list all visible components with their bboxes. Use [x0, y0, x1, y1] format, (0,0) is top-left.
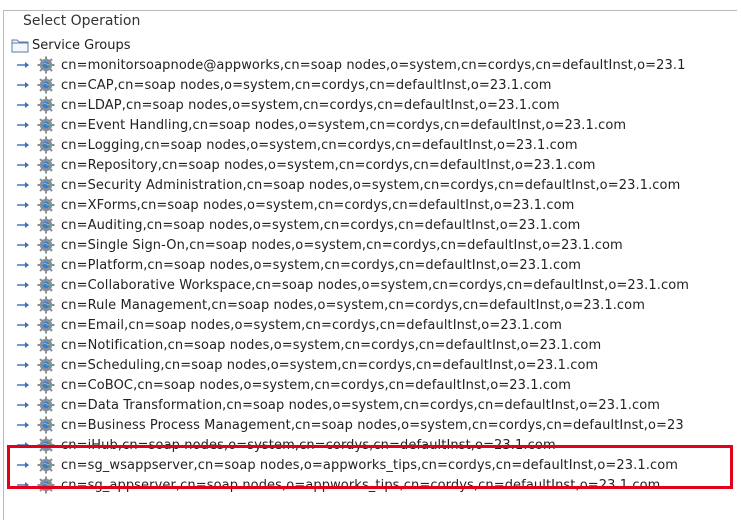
tree-expand-handle-icon[interactable] [16, 195, 36, 215]
tree-item-label: cn=Event Handling,cn=soap nodes,o=system… [61, 117, 627, 133]
gear-icon [36, 175, 56, 195]
select-operation-panel: Select Operation Service Groups cn=monit… [3, 10, 737, 520]
tree-item[interactable]: cn=Single Sign-On,cn=soap nodes,o=system… [16, 235, 623, 255]
tree-item-label: cn=Scheduling,cn=soap nodes,o=system,cn=… [61, 357, 599, 373]
tree-item-label: cn=CAP,cn=soap nodes,o=system,cn=cordys,… [61, 77, 552, 93]
tree-item[interactable]: cn=Platform,cn=soap nodes,o=system,cn=co… [16, 255, 581, 275]
tree-item[interactable]: cn=Collaborative Workspace,cn=soap nodes… [16, 275, 689, 295]
gear-icon [36, 255, 56, 275]
gear-icon [36, 215, 56, 235]
tree-expand-handle-icon[interactable] [16, 95, 36, 115]
gear-icon [36, 195, 56, 215]
tree-item[interactable]: cn=Rule Management,cn=soap nodes,o=syste… [16, 295, 645, 315]
tree-root-label: Service Groups [32, 37, 131, 53]
gear-icon [36, 275, 56, 295]
gear-icon [36, 395, 56, 415]
tree-item-label: cn=Business Process Management,cn=soap n… [61, 417, 684, 433]
gear-icon [36, 155, 56, 175]
tree-expand-handle-icon[interactable] [16, 275, 36, 295]
tree-item[interactable]: cn=Notification,cn=soap nodes,o=system,c… [16, 335, 601, 355]
tree-item-label: cn=monitorsoapnode@appworks,cn=soap node… [61, 57, 686, 73]
tree-item[interactable]: cn=Business Process Management,cn=soap n… [16, 415, 684, 435]
tree-item[interactable]: cn=monitorsoapnode@appworks,cn=soap node… [16, 55, 685, 75]
tree-expand-handle-icon[interactable] [16, 175, 36, 195]
tree-item-label: cn=Collaborative Workspace,cn=soap nodes… [61, 277, 690, 293]
tree-item[interactable]: cn=Auditing,cn=soap nodes,o=system,cn=co… [16, 215, 580, 235]
gear-icon [36, 335, 56, 355]
tree-expand-handle-icon[interactable] [16, 295, 36, 315]
tree-item-label: cn=CoBOC,cn=soap nodes,o=system,cn=cordy… [61, 377, 571, 393]
tree-expand-handle-icon[interactable] [16, 415, 36, 435]
tree-item[interactable]: cn=Event Handling,cn=soap nodes,o=system… [16, 115, 626, 135]
tree-item[interactable]: cn=CoBOC,cn=soap nodes,o=system,cn=cordy… [16, 375, 571, 395]
gear-icon [36, 115, 56, 135]
tree-item-label: cn=Security Administration,cn=soap nodes… [61, 177, 681, 193]
tree-item-label: cn=Notification,cn=soap nodes,o=system,c… [61, 337, 602, 353]
tree-item[interactable]: cn=Email,cn=soap nodes,o=system,cn=cordy… [16, 315, 562, 335]
tree-expand-handle-icon[interactable] [16, 55, 36, 75]
tree-item-label: cn=Single Sign-On,cn=soap nodes,o=system… [61, 237, 623, 253]
tree-item[interactable]: cn=Scheduling,cn=soap nodes,o=system,cn=… [16, 355, 598, 375]
tree-expand-handle-icon[interactable] [16, 155, 36, 175]
tree-item[interactable]: cn=Security Administration,cn=soap nodes… [16, 175, 680, 195]
gear-icon [36, 75, 56, 95]
tree-expand-handle-icon[interactable] [16, 115, 36, 135]
tree-root-service-groups[interactable]: Service Groups [10, 35, 131, 55]
tree-expand-handle-icon[interactable] [16, 395, 36, 415]
tree-item-label: cn=Auditing,cn=soap nodes,o=system,cn=co… [61, 217, 581, 233]
tree-expand-handle-icon[interactable] [16, 215, 36, 235]
tree-item[interactable]: cn=Logging,cn=soap nodes,o=system,cn=cor… [16, 135, 578, 155]
tree-item[interactable]: cn=Repository,cn=soap nodes,o=system,cn=… [16, 155, 596, 175]
tree-expand-handle-icon[interactable] [16, 255, 36, 275]
tree-expand-handle-icon[interactable] [16, 355, 36, 375]
tree-item-label: cn=Platform,cn=soap nodes,o=system,cn=co… [61, 257, 582, 273]
tree-item-label: cn=LDAP,cn=soap nodes,o=system,cn=cordys… [61, 97, 560, 113]
gear-icon [36, 355, 56, 375]
tree-expand-handle-icon[interactable] [16, 75, 36, 95]
tree-item[interactable]: cn=LDAP,cn=soap nodes,o=system,cn=cordys… [16, 95, 560, 115]
tree-item-label: cn=Email,cn=soap nodes,o=system,cn=cordy… [61, 317, 562, 333]
gear-icon [36, 135, 56, 155]
tree-item-label: cn=XForms,cn=soap nodes,o=system,cn=cord… [61, 197, 575, 213]
tree-item[interactable]: cn=Data Transformation,cn=soap nodes,o=s… [16, 395, 660, 415]
panel-title: Select Operation [18, 11, 146, 31]
gear-icon [36, 235, 56, 255]
tree-expand-handle-icon[interactable] [16, 235, 36, 255]
gear-icon [36, 375, 56, 395]
tree-item-label: cn=Repository,cn=soap nodes,o=system,cn=… [61, 157, 596, 173]
highlight-box [7, 445, 733, 489]
tree-item-label: cn=Data Transformation,cn=soap nodes,o=s… [61, 397, 661, 413]
tree-expand-handle-icon[interactable] [16, 335, 36, 355]
tree-item[interactable]: cn=XForms,cn=soap nodes,o=system,cn=cord… [16, 195, 574, 215]
folder-icon [10, 35, 30, 55]
tree-expand-handle-icon[interactable] [16, 135, 36, 155]
tree-item-label: cn=Logging,cn=soap nodes,o=system,cn=cor… [61, 137, 578, 153]
tree-expand-handle-icon[interactable] [16, 315, 36, 335]
gear-icon [36, 415, 56, 435]
tree-expand-handle-icon[interactable] [16, 375, 36, 395]
gear-icon [36, 315, 56, 335]
gear-icon [36, 95, 56, 115]
gear-icon [36, 55, 56, 75]
tree-item-label: cn=Rule Management,cn=soap nodes,o=syste… [61, 297, 645, 313]
tree-item[interactable]: cn=CAP,cn=soap nodes,o=system,cn=cordys,… [16, 75, 552, 95]
gear-icon [36, 295, 56, 315]
